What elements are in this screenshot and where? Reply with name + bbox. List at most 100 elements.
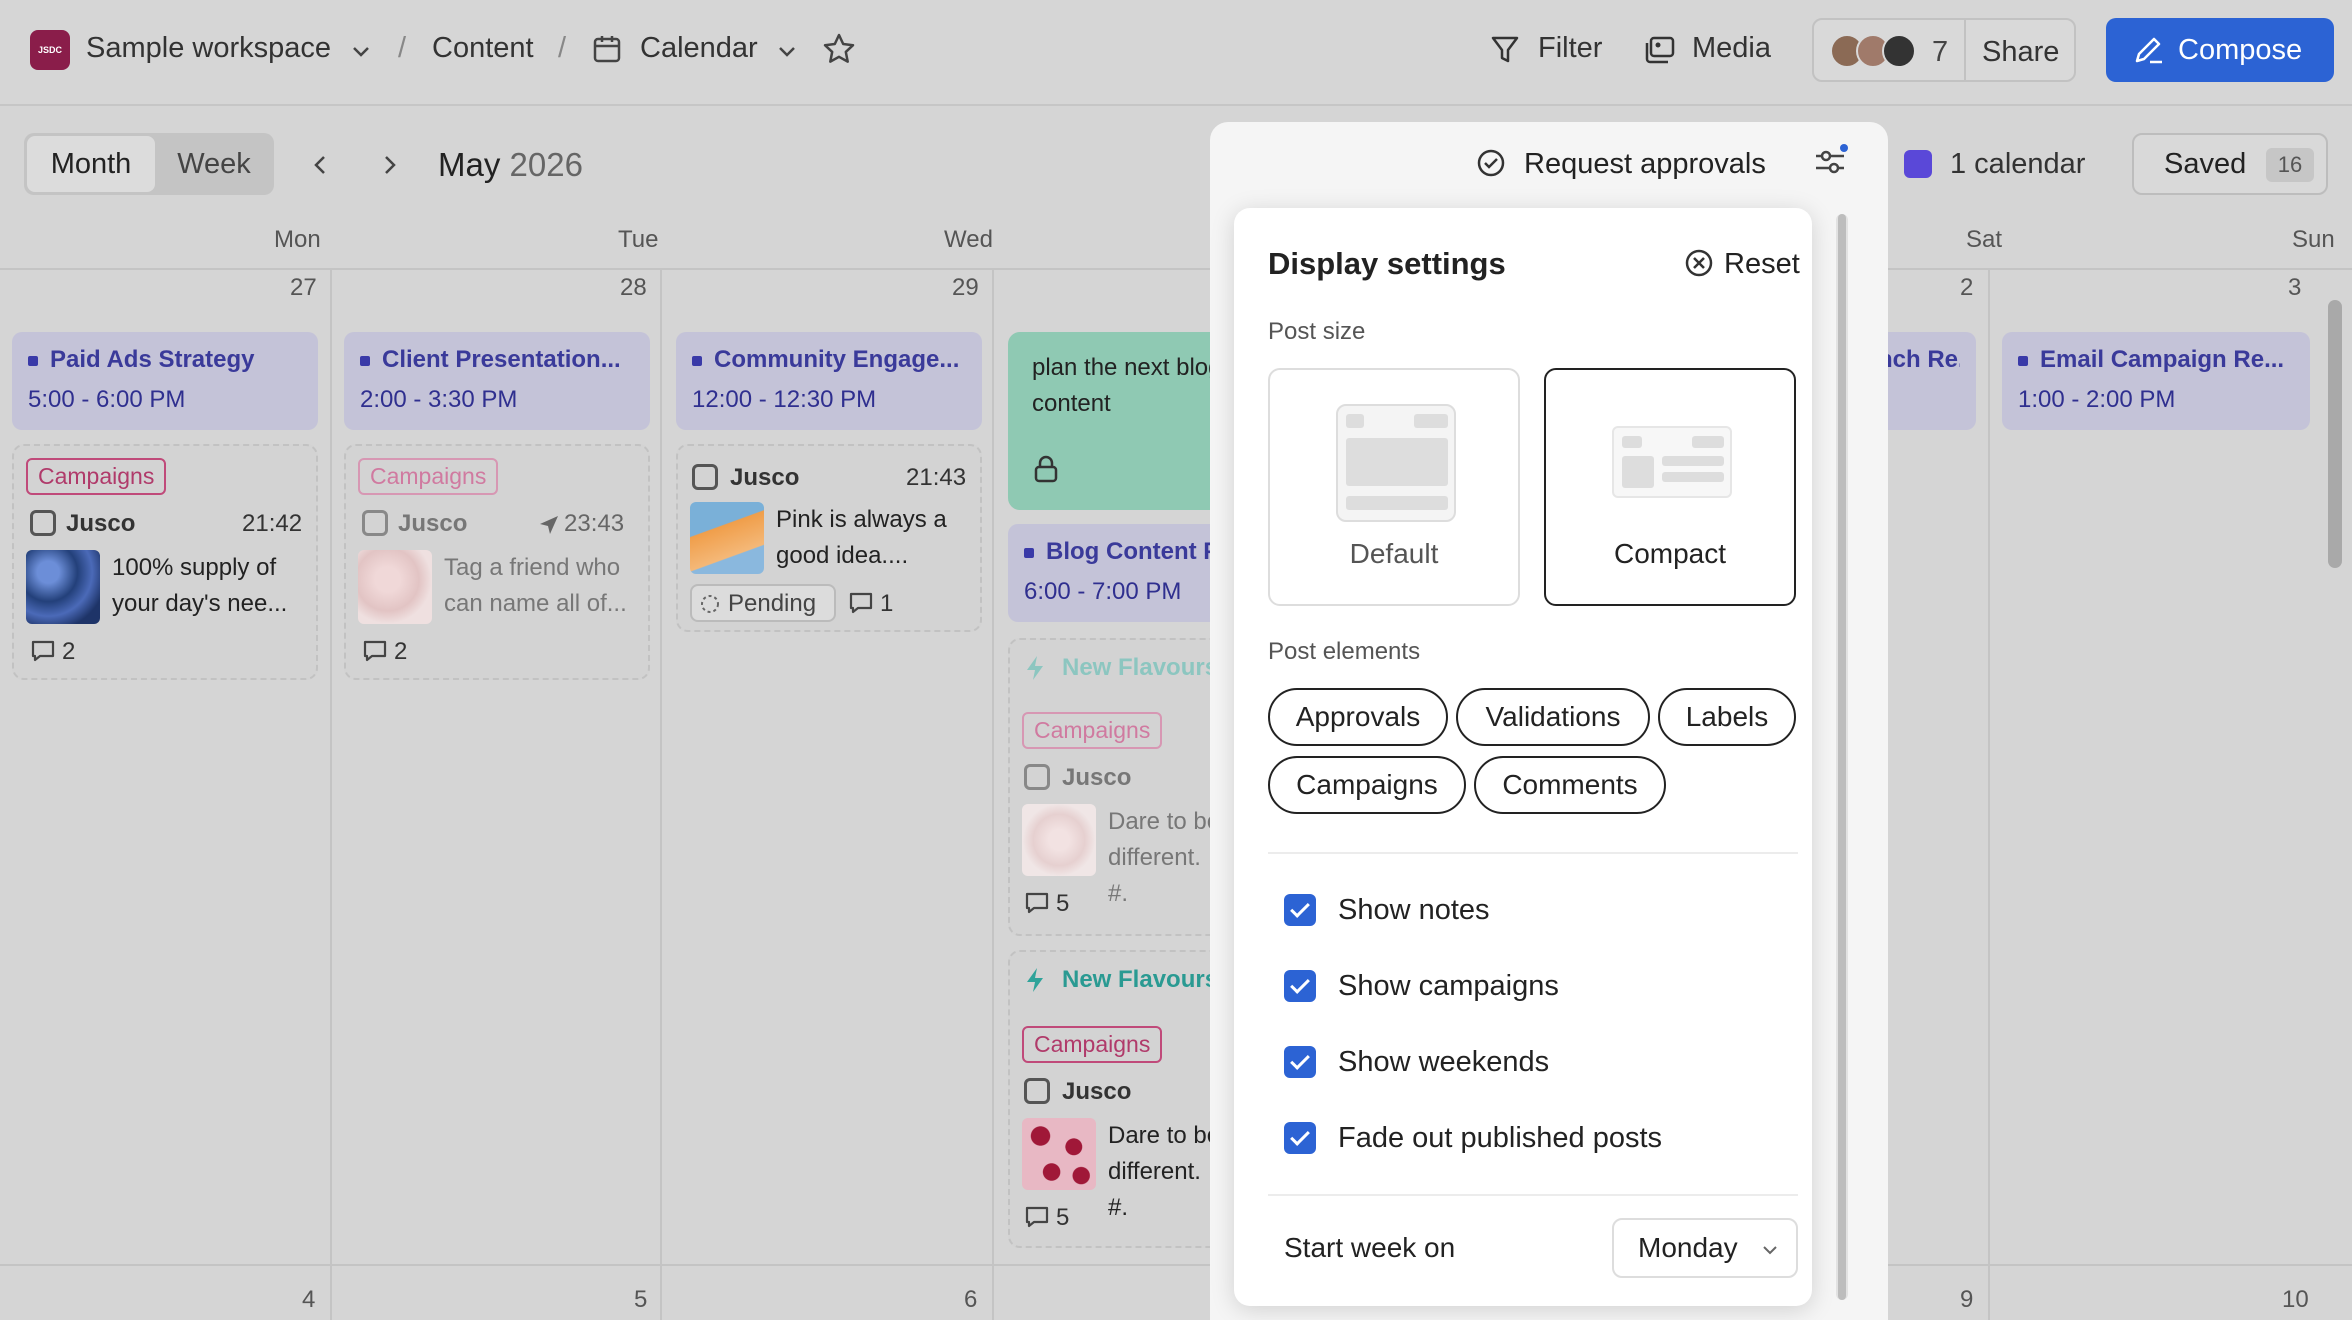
show-weekends-checkbox[interactable]: [1284, 1046, 1316, 1078]
post-card[interactable]: Jusco 21:43 Pink is always a good idea..…: [676, 444, 982, 632]
chevron-down-icon[interactable]: [350, 40, 372, 62]
show-campaigns-label[interactable]: Show campaigns: [1338, 970, 1559, 1003]
calendar-event[interactable]: Client Presentation... 2:00 - 3:30 PM: [344, 332, 650, 430]
close-circle-icon[interactable]: [1684, 248, 1714, 278]
settings-sliders-icon[interactable]: [1812, 144, 1848, 180]
calendar-event[interactable]: Community Engage... 12:00 - 12:30 PM: [676, 332, 982, 430]
show-notes-checkbox[interactable]: [1284, 894, 1316, 926]
size-option-default[interactable]: Default: [1268, 368, 1520, 606]
chip-approvals[interactable]: Approvals: [1268, 688, 1448, 746]
calendar-event[interactable]: Blog Content Pla 6:00 - 7:00 PM: [1008, 524, 1228, 622]
day-number[interactable]: 5: [634, 1286, 647, 1314]
comment-icon: [1025, 1206, 1049, 1228]
comment-count: 2: [62, 638, 76, 665]
media-button[interactable]: Media: [1692, 32, 1771, 65]
view-week-button[interactable]: Week: [157, 136, 271, 192]
star-icon[interactable]: [822, 32, 856, 66]
start-week-label: Start week on: [1284, 1232, 1456, 1263]
note-text-line2: content: [1032, 390, 1111, 417]
calendar-count[interactable]: 1 calendar: [1950, 148, 2085, 181]
share-button[interactable]: Share: [1982, 36, 2059, 69]
day-number[interactable]: 3: [2288, 274, 2301, 302]
post-thumbnail: [358, 550, 432, 624]
breadcrumb-content[interactable]: Content: [432, 32, 534, 65]
media-icon[interactable]: [1644, 34, 1676, 66]
chip-validations[interactable]: Validations: [1456, 688, 1650, 746]
day-header-tue: Tue: [618, 226, 659, 253]
show-weekends-label[interactable]: Show weekends: [1338, 1046, 1549, 1079]
day-header-sun: Sun: [2292, 226, 2335, 253]
comment-count: 2: [394, 638, 408, 665]
view-month-button[interactable]: Month: [27, 136, 155, 192]
grid-line: [1988, 270, 1990, 1320]
saved-views-button[interactable]: Saved 16: [2132, 133, 2328, 195]
chevron-down-icon[interactable]: [776, 40, 798, 62]
day-number[interactable]: 6: [964, 1286, 977, 1314]
calendar-event[interactable]: Paid Ads Strategy 5:00 - 6:00 PM: [12, 332, 318, 430]
workspace-logo[interactable]: JSDC: [30, 30, 70, 70]
instagram-icon: [1024, 764, 1050, 790]
calendar-color-swatch[interactable]: [1904, 150, 1932, 178]
post-card[interactable]: Campaigns Jusco 21:42 100% supply of you…: [12, 444, 318, 680]
chip-campaigns[interactable]: Campaigns: [1268, 756, 1466, 814]
post-caption-line1: 100% supply of: [112, 554, 277, 581]
post-card[interactable]: Campaigns Jusco 23:43 Tag a friend who c…: [344, 444, 650, 680]
avatar[interactable]: [1882, 34, 1916, 68]
chevron-left-icon[interactable]: [308, 152, 334, 178]
grid-line: [992, 270, 994, 1320]
event-time: 5:00 - 6:00 PM: [28, 386, 186, 413]
day-number[interactable]: 29: [952, 274, 979, 302]
chevron-right-icon[interactable]: [376, 152, 402, 178]
filter-icon[interactable]: [1490, 34, 1520, 66]
day-header-wed: Wed: [944, 226, 993, 253]
day-number[interactable]: 2: [1960, 274, 1973, 302]
event-title: Email Campaign Re...: [2018, 346, 2294, 374]
lightning-icon: [1027, 968, 1043, 992]
post-card[interactable]: New Flavours L Campaigns Jusco Dare to b…: [1008, 950, 1239, 1248]
chip-comments[interactable]: Comments: [1474, 756, 1666, 814]
day-number[interactable]: 10: [2282, 1286, 2309, 1314]
comment-icon: [363, 640, 387, 662]
campaign-tag: Campaigns: [26, 458, 167, 495]
preview-block: [1346, 438, 1448, 486]
day-number[interactable]: 28: [620, 274, 647, 302]
fade-published-label[interactable]: Fade out published posts: [1338, 1122, 1662, 1155]
day-header-sat: Sat: [1966, 226, 2003, 253]
status-badge: Pending: [690, 584, 836, 622]
post-caption-line2: can name all of...: [444, 590, 627, 617]
event-title: Paid Ads Strategy: [28, 346, 302, 374]
post-caption-line2: different. #.: [1108, 844, 1201, 907]
compose-button[interactable]: Compose: [2106, 18, 2334, 82]
workspace-name[interactable]: Sample workspace: [86, 32, 331, 65]
members-count[interactable]: 7: [1932, 36, 1948, 69]
chip-labels[interactable]: Labels: [1658, 688, 1796, 746]
note-text-line1: plan the next blog: [1032, 354, 1222, 381]
post-caption-line1: Pink is always a: [776, 506, 947, 533]
event-time: 1:00 - 2:00 PM: [2018, 386, 2176, 413]
post-caption-line2: good idea....: [776, 542, 909, 569]
breadcrumb-calendar[interactable]: Calendar: [640, 32, 758, 65]
panel-scrollbar-thumb[interactable]: [1838, 214, 1846, 1300]
day-number[interactable]: 4: [302, 1286, 315, 1314]
show-campaigns-checkbox[interactable]: [1284, 970, 1316, 1002]
day-number[interactable]: 9: [1960, 1286, 1973, 1314]
preview-block: [1346, 496, 1448, 510]
calendar-scrollbar[interactable]: [2328, 300, 2342, 568]
post-caption-line1: Tag a friend who: [444, 554, 621, 581]
reset-button[interactable]: Reset: [1724, 248, 1800, 281]
request-approvals-button[interactable]: Request approvals: [1524, 148, 1766, 181]
post-caption-line1: Dare to be: [1108, 1122, 1221, 1149]
preview-block: [1622, 436, 1642, 448]
post-card[interactable]: New Flavours L Campaigns Jusco Dare to b…: [1008, 638, 1239, 936]
day-number[interactable]: 27: [290, 274, 317, 302]
start-week-select[interactable]: Monday: [1612, 1218, 1798, 1278]
comment-icon: [1025, 892, 1049, 914]
month-name: May: [438, 146, 501, 183]
calendar-note[interactable]: plan the next blog content: [1008, 332, 1228, 510]
grid-line: [330, 270, 332, 1320]
calendar-event[interactable]: Email Campaign Re... 1:00 - 2:00 PM: [2002, 332, 2310, 430]
size-option-compact[interactable]: Compact: [1544, 368, 1796, 606]
fade-published-checkbox[interactable]: [1284, 1122, 1316, 1154]
filter-button[interactable]: Filter: [1538, 32, 1602, 65]
show-notes-label[interactable]: Show notes: [1338, 894, 1490, 927]
